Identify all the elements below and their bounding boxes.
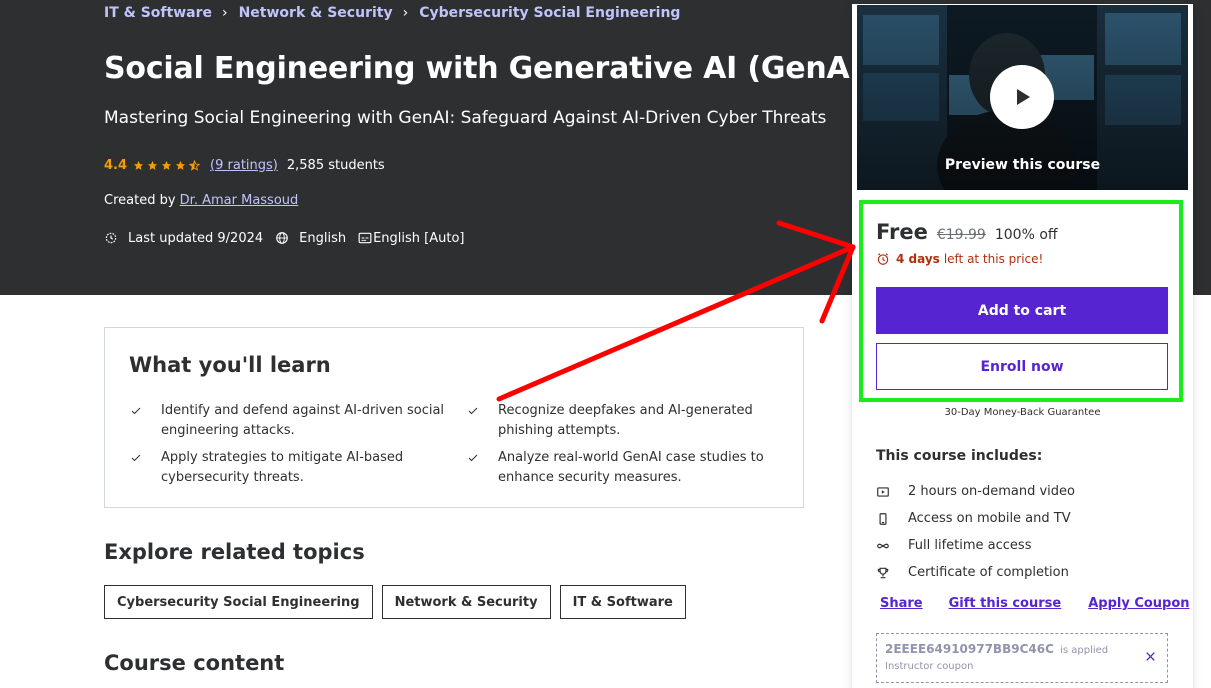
breadcrumb-it-software[interactable]: IT & Software xyxy=(104,5,212,21)
related-topics-title: Explore related topics xyxy=(104,540,365,564)
check-icon xyxy=(468,407,478,415)
closed-captions-icon xyxy=(358,232,372,244)
star-icon xyxy=(147,160,158,170)
includes-item: Certificate of completion xyxy=(876,559,1075,586)
learn-point-text: Apply strategies to mitigate AI-based cy… xyxy=(161,450,404,485)
play-icon xyxy=(1017,89,1030,105)
rating-summary: 4.4 (9 ratings) 2,585 students xyxy=(104,156,385,174)
money-back-guarantee: 30-Day Money-Back Guarantee xyxy=(944,407,1101,418)
course-preview[interactable]: Preview this course xyxy=(857,5,1188,190)
learn-point: Recognize deepfakes and AI-generated phi… xyxy=(468,401,778,441)
coupon-code: 2EEEE64910977BB9C46C xyxy=(885,642,1054,656)
includes-item: Access on mobile and TV xyxy=(876,505,1075,532)
applied-coupon: 2EEEE64910977BB9C46C is applied Instruct… xyxy=(876,633,1168,683)
check-icon xyxy=(131,454,141,462)
check-icon xyxy=(131,407,141,415)
card-actions: Share Gift this course Apply Coupon xyxy=(880,596,1190,611)
share-link[interactable]: Share xyxy=(880,596,923,611)
includes-item-text: 2 hours on-demand video xyxy=(908,484,1075,499)
play-button[interactable] xyxy=(990,65,1054,129)
includes-list: 2 hours on-demand video Access on mobile… xyxy=(876,478,1075,586)
course-title: Social Engineering with Generative AI (G… xyxy=(104,51,875,86)
student-count: 2,585 students xyxy=(286,157,385,173)
coupon-type: Instructor coupon xyxy=(885,661,974,672)
ratings-link[interactable]: (9 ratings) xyxy=(210,158,278,173)
breadcrumb-network-security[interactable]: Network & Security xyxy=(239,5,393,21)
star-icon xyxy=(133,160,144,170)
chevron-right-icon: › xyxy=(402,4,409,21)
language: English xyxy=(275,231,346,246)
includes-item-text: Full lifetime access xyxy=(908,538,1032,553)
coupon-applied-text: is applied xyxy=(1060,645,1109,656)
created-by: Created by Dr. Amar Massoud xyxy=(104,193,298,208)
star-icon xyxy=(175,160,186,170)
last-updated-text: Last updated 9/2024 xyxy=(128,230,264,246)
coupon-code-line: 2EEEE64910977BB9C46C is applied xyxy=(885,642,1108,656)
mobile-icon xyxy=(879,512,887,525)
video-icon xyxy=(877,486,889,497)
highlight-box xyxy=(859,200,1183,402)
captions-text: English [Auto] xyxy=(373,230,465,246)
breadcrumb-cybersecurity-social-engineering[interactable]: Cybersecurity Social Engineering xyxy=(419,5,680,21)
infinity-icon xyxy=(877,543,889,548)
includes-item-text: Certificate of completion xyxy=(908,565,1069,580)
course-meta: Last updated 9/2024 English English [Aut… xyxy=(104,229,477,247)
star-icon xyxy=(161,160,172,170)
course-content-title: Course content xyxy=(104,651,285,675)
learn-title: What you'll learn xyxy=(129,353,331,377)
update-badge-icon xyxy=(105,232,117,244)
topic-chip-it-software[interactable]: IT & Software xyxy=(559,585,686,619)
related-topics: Cybersecurity Social Engineering Network… xyxy=(104,585,695,619)
chevron-right-icon: › xyxy=(221,4,228,21)
star-rating xyxy=(133,159,203,171)
learn-point-text: Recognize deepfakes and AI-generated phi… xyxy=(498,403,753,438)
learn-point: Identify and defend against AI-driven so… xyxy=(131,401,461,441)
learn-point: Analyze real-world GenAI case studies to… xyxy=(468,448,788,488)
learn-point: Apply strategies to mitigate AI-based cy… xyxy=(131,448,421,488)
topic-chip-network-security[interactable]: Network & Security xyxy=(381,585,551,619)
trophy-icon xyxy=(877,567,889,578)
created-by-label: Created by xyxy=(104,193,176,208)
language-text: English xyxy=(299,230,347,246)
preview-label: Preview this course xyxy=(944,157,1101,173)
topic-chip-cybersecurity-social-engineering[interactable]: Cybersecurity Social Engineering xyxy=(104,585,373,619)
check-icon xyxy=(468,454,478,462)
learn-point-text: Analyze real-world GenAI case studies to… xyxy=(498,450,764,485)
last-updated: Last updated 9/2024 xyxy=(104,231,263,246)
gift-course-link[interactable]: Gift this course xyxy=(949,596,1062,611)
course-subtitle: Mastering Social Engineering with GenAI:… xyxy=(104,108,827,128)
includes-item: Full lifetime access xyxy=(876,532,1075,559)
what-youll-learn: What you'll learn Identify and defend ag… xyxy=(104,327,804,508)
learn-point-text: Identify and defend against AI-driven so… xyxy=(161,403,445,438)
includes-title: This course includes: xyxy=(876,448,1043,464)
rating-value: 4.4 xyxy=(104,157,128,173)
breadcrumb: IT & Software › Network & Security › Cyb… xyxy=(104,4,680,21)
globe-icon xyxy=(276,232,288,244)
author-link[interactable]: Dr. Amar Massoud xyxy=(180,193,299,208)
half-star-icon xyxy=(189,159,201,171)
close-icon[interactable] xyxy=(1144,650,1157,663)
includes-item: 2 hours on-demand video xyxy=(876,478,1075,505)
captions: English [Auto] xyxy=(358,230,465,246)
apply-coupon-link[interactable]: Apply Coupon xyxy=(1088,596,1189,611)
includes-item-text: Access on mobile and TV xyxy=(908,511,1071,526)
